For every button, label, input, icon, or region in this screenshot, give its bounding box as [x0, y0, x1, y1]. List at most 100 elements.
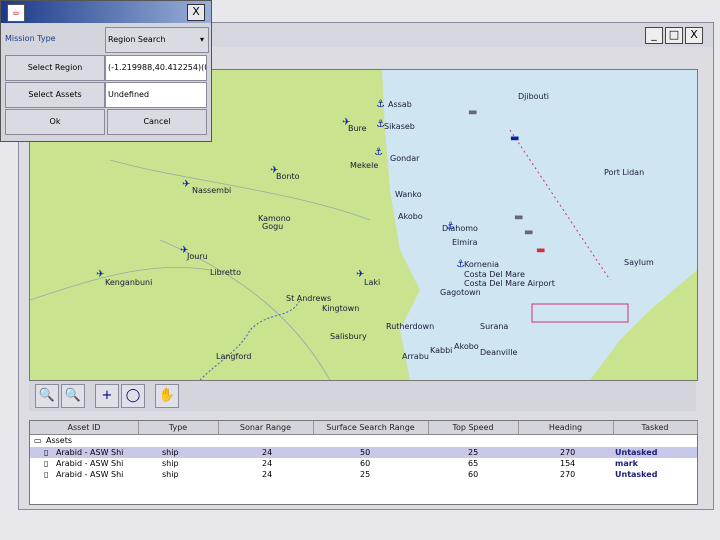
- ship-icon[interactable]: ▬: [468, 108, 477, 118]
- place-label: Costa Del Mare Airport: [464, 279, 555, 288]
- place-label: Rutherdown: [386, 322, 435, 331]
- document-icon: ▯: [44, 448, 49, 457]
- minimize-button[interactable]: _: [645, 27, 663, 44]
- mission-type-value: Region Search: [108, 35, 166, 44]
- place-label: Akobo: [454, 342, 479, 351]
- column-header[interactable]: Surface Search Range: [313, 421, 429, 434]
- place-label: Kornenia: [464, 260, 500, 269]
- tasked-cell: mark: [615, 459, 638, 468]
- place-label: Gagotown: [440, 288, 481, 297]
- border-line: [109, 159, 371, 221]
- column-header[interactable]: Type: [138, 421, 219, 434]
- place-label: Kenganbuni: [105, 278, 153, 287]
- assets-field[interactable]: Undefined: [105, 82, 207, 108]
- surface-cell: 60: [360, 459, 371, 468]
- cancel-button[interactable]: Cancel: [107, 109, 207, 135]
- place-label: Nassembi: [192, 186, 232, 195]
- tasked-cell: Untasked: [615, 470, 658, 479]
- anchor-icon[interactable]: ⚓: [376, 120, 385, 130]
- place-label: Salisbury: [330, 332, 367, 341]
- dialog-close-button[interactable]: X: [187, 4, 205, 21]
- place-label: Wanko: [395, 190, 422, 199]
- place-label: Surana: [480, 322, 509, 331]
- column-header[interactable]: Asset ID: [30, 421, 139, 434]
- place-label: Djibouti: [518, 92, 550, 101]
- close-button[interactable]: X: [685, 27, 703, 44]
- place-label: Arrabu: [402, 352, 429, 361]
- speed-cell: 60: [468, 470, 479, 479]
- anchor-icon[interactable]: ⚓: [374, 148, 383, 158]
- sea-area: [382, 70, 697, 380]
- asset-id-cell: Arabid - ASW Shi: [56, 470, 124, 479]
- region-field[interactable]: (-1.219988,40.412254)(0: [105, 55, 207, 81]
- place-label: Langford: [216, 352, 252, 361]
- circle-icon[interactable]: ◯: [121, 384, 145, 408]
- anchor-icon[interactable]: ⚓: [446, 222, 455, 232]
- place-label: Assab: [388, 100, 412, 109]
- maximize-button[interactable]: □: [665, 27, 683, 44]
- ok-button[interactable]: Ok: [5, 109, 105, 135]
- place-label: Laki: [364, 278, 381, 287]
- mission-type-select[interactable]: Region Search ▾: [105, 27, 209, 53]
- pan-icon[interactable]: ✋: [155, 384, 179, 408]
- dialog-title-bar: ☕ X: [1, 1, 211, 23]
- place-label: Sikaseb: [384, 122, 415, 131]
- ship-icon[interactable]: ▬: [514, 213, 523, 223]
- select-assets-button[interactable]: Select Assets: [5, 82, 105, 108]
- assets-table: Asset ID Type Sonar Range Surface Search…: [29, 420, 698, 505]
- place-label: Deanville: [480, 348, 518, 357]
- aircraft-icon[interactable]: ✈: [180, 246, 188, 256]
- mission-dialog: ☕ X Mission Type Region Search ▾ Select …: [0, 0, 212, 142]
- column-header[interactable]: Top Speed: [428, 421, 519, 434]
- aircraft-icon[interactable]: ✈: [182, 180, 190, 190]
- aircraft-icon[interactable]: ✈: [270, 166, 278, 176]
- place-label: Gondar: [390, 154, 420, 163]
- ship-icon[interactable]: ▬: [536, 246, 545, 256]
- zoom-out-icon[interactable]: 🔍: [61, 384, 85, 408]
- place-label: Port Lidan: [604, 168, 645, 177]
- table-row[interactable]: ▯ Arabid - ASW Shi ship 24 25 60 270 Unt…: [30, 469, 697, 480]
- aircraft-icon[interactable]: ✈: [96, 270, 104, 280]
- place-label: Elmira: [452, 238, 478, 247]
- place-label: Costa Del Mare: [464, 270, 525, 279]
- ship-icon[interactable]: ▬: [524, 228, 533, 238]
- zoom-in-icon[interactable]: 🔍: [35, 384, 59, 408]
- surface-cell: 25: [360, 470, 371, 479]
- select-region-button[interactable]: Select Region: [5, 55, 105, 81]
- sonar-cell: 24: [262, 470, 273, 479]
- column-header[interactable]: Sonar Range: [218, 421, 314, 434]
- column-header[interactable]: Tasked: [613, 421, 698, 434]
- table-row[interactable]: ▯ Arabid - ASW Shi ship 24 60 65 154 mar…: [30, 458, 697, 469]
- asset-id-cell: Arabid - ASW Shi: [56, 448, 124, 457]
- java-icon: ☕: [7, 4, 25, 22]
- add-icon[interactable]: +: [95, 384, 119, 408]
- aircraft-icon[interactable]: ✈: [356, 270, 364, 280]
- tasked-cell: Untasked: [615, 448, 658, 457]
- sonar-cell: 24: [262, 448, 273, 457]
- table-header: Asset ID Type Sonar Range Surface Search…: [30, 421, 698, 435]
- table-row[interactable]: ▯ Arabid - ASW Shi ship 24 50 25 270 Unt…: [30, 447, 697, 458]
- place-label: Mekele: [350, 161, 379, 170]
- speed-cell: 65: [468, 459, 479, 468]
- anchor-icon[interactable]: ⚓: [376, 100, 385, 110]
- column-header[interactable]: Heading: [518, 421, 614, 434]
- folder-icon: ▭: [34, 436, 42, 445]
- place-label: Bure: [348, 124, 367, 133]
- place-label: Saylum: [624, 258, 654, 267]
- type-cell: ship: [162, 470, 179, 479]
- tree-root-label: Assets: [46, 436, 73, 445]
- ship-icon[interactable]: ▬: [510, 134, 519, 144]
- tree-root[interactable]: ▭ Assets: [30, 435, 697, 446]
- aircraft-icon[interactable]: ✈: [342, 118, 350, 128]
- map-toolbar: 🔍 🔍 + ◯ ✋: [29, 381, 696, 411]
- place-label: Kabbi: [430, 346, 453, 355]
- anchor-icon[interactable]: ⚓: [456, 260, 465, 270]
- place-label: Gogu: [262, 222, 284, 231]
- heading-cell: 270: [560, 470, 576, 479]
- mission-type-label: Mission Type: [5, 34, 56, 43]
- chevron-down-icon: ▾: [199, 35, 204, 44]
- asset-id-cell: Arabid - ASW Shi: [56, 459, 124, 468]
- type-cell: ship: [162, 459, 179, 468]
- place-label: Akobo: [398, 212, 423, 221]
- place-label: Bonto: [276, 172, 300, 181]
